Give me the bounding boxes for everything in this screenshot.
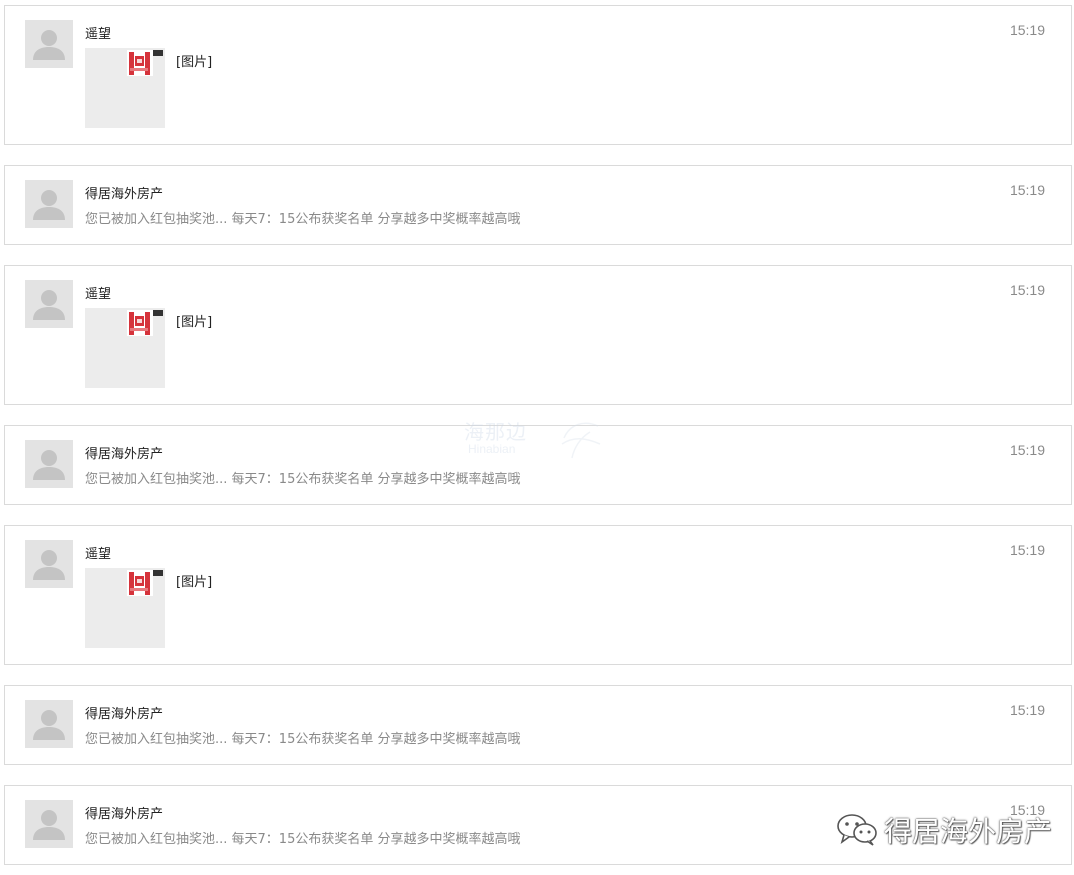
red-envelope-poster-thumbnail xyxy=(127,310,163,336)
message-item[interactable]: 遥望 15:19 [图片] xyxy=(4,525,1072,665)
message-time: 15:19 xyxy=(1009,442,1045,458)
message-item[interactable]: 得居海外房产 15:19 您已被加入红包抽奖池... 每天7：15公布获奖名单 … xyxy=(4,785,1072,865)
avatar[interactable] xyxy=(25,700,73,748)
default-user-avatar-icon xyxy=(33,30,65,60)
avatar[interactable] xyxy=(25,20,73,68)
avatar[interactable] xyxy=(25,180,73,228)
message-time: 15:19 xyxy=(1009,182,1045,198)
default-user-avatar-icon xyxy=(33,810,65,840)
message-item[interactable]: 遥望 15:19 [图片] xyxy=(4,265,1072,405)
message-time: 15:19 xyxy=(1009,22,1045,38)
message-item[interactable]: 得居海外房产 15:19 您已被加入红包抽奖池... 每天7：15公布获奖名单 … xyxy=(4,425,1072,505)
image-thumbnail[interactable] xyxy=(85,48,165,128)
default-user-avatar-icon xyxy=(33,290,65,320)
message-preview: 您已被加入红包抽奖池... 每天7：15公布获奖名单 分享越多中奖概率越高哦 xyxy=(85,832,521,847)
red-envelope-poster-thumbnail xyxy=(127,50,163,76)
red-envelope-poster-thumbnail xyxy=(127,570,163,596)
message-time: 15:19 xyxy=(1009,702,1045,718)
message-item[interactable]: 遥望 15:19 [图片] xyxy=(4,5,1072,145)
message-time: 15:19 xyxy=(1009,542,1045,558)
default-user-avatar-icon xyxy=(33,190,65,220)
sender-name: 得居海外房产 xyxy=(85,807,164,822)
avatar[interactable] xyxy=(25,800,73,848)
image-label: [图片] xyxy=(176,575,213,590)
sender-name: 得居海外房产 xyxy=(85,447,164,462)
message-time: 15:19 xyxy=(1009,282,1045,298)
sender-name: 得居海外房产 xyxy=(85,187,164,202)
avatar[interactable] xyxy=(25,440,73,488)
sender-name: 得居海外房产 xyxy=(85,707,164,722)
sender-name: 遥望 xyxy=(85,287,112,302)
message-list: 遥望 15:19 [图片] 得居海外房产 15:19 您已被加入红包抽奖池... xyxy=(0,0,1074,875)
sender-name: 遥望 xyxy=(85,27,112,42)
avatar[interactable] xyxy=(25,280,73,328)
default-user-avatar-icon xyxy=(33,550,65,580)
message-preview: 您已被加入红包抽奖池... 每天7：15公布获奖名单 分享越多中奖概率越高哦 xyxy=(85,472,521,487)
image-thumbnail[interactable] xyxy=(85,308,165,388)
default-user-avatar-icon xyxy=(33,710,65,740)
message-item[interactable]: 得居海外房产 15:19 您已被加入红包抽奖池... 每天7：15公布获奖名单 … xyxy=(4,685,1072,765)
message-item[interactable]: 得居海外房产 15:19 您已被加入红包抽奖池... 每天7：15公布获奖名单 … xyxy=(4,165,1072,245)
image-label: [图片] xyxy=(176,315,213,330)
message-preview: 您已被加入红包抽奖池... 每天7：15公布获奖名单 分享越多中奖概率越高哦 xyxy=(85,212,521,227)
default-user-avatar-icon xyxy=(33,450,65,480)
message-preview: 您已被加入红包抽奖池... 每天7：15公布获奖名单 分享越多中奖概率越高哦 xyxy=(85,732,521,747)
message-time: 15:19 xyxy=(1009,802,1045,818)
image-label: [图片] xyxy=(176,55,213,70)
image-thumbnail[interactable] xyxy=(85,568,165,648)
sender-name: 遥望 xyxy=(85,547,112,562)
avatar[interactable] xyxy=(25,540,73,588)
